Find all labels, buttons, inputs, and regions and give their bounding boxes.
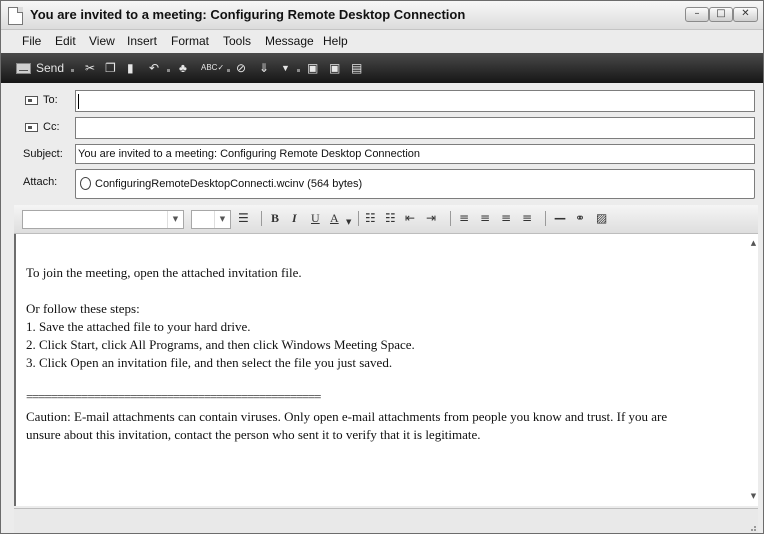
menu-edit[interactable]: Edit xyxy=(55,34,76,48)
bulleted-list-icon[interactable]: ☷ xyxy=(385,210,396,226)
priority-dropdown-icon[interactable]: ▼ xyxy=(281,60,290,76)
body-line: Caution: E-mail attachments can contain … xyxy=(26,409,668,424)
numbered-list-icon[interactable]: ☷ xyxy=(365,210,376,226)
toolbar-separator xyxy=(71,69,74,72)
toolbar-separator xyxy=(227,69,230,72)
font-select[interactable]: ▼ xyxy=(22,210,184,229)
toolbar: Send ✂ ❐ ▮ ↶ ♣ ABC✓ ⊘ ⇓ ▼ ▣ ▣ ▤ xyxy=(1,53,763,83)
format-separator xyxy=(358,211,359,226)
vertical-scrollbar[interactable]: ▲ ▼ xyxy=(749,234,758,506)
body-line: Or follow these steps: xyxy=(26,301,140,316)
copy-icon[interactable]: ❐ xyxy=(105,60,116,76)
horizontal-line-icon[interactable]: — xyxy=(554,210,566,226)
scroll-down-icon[interactable]: ▼ xyxy=(749,492,758,501)
hyperlink-icon[interactable]: ⚭ xyxy=(575,210,585,226)
priority-icon[interactable]: ⇓ xyxy=(259,60,269,76)
address-book-icon xyxy=(25,96,38,105)
font-color-button[interactable]: A xyxy=(330,210,339,226)
menu-bar: File Edit View Insert Format Tools Messa… xyxy=(1,31,763,51)
menu-insert[interactable]: Insert xyxy=(127,34,157,48)
scroll-up-icon[interactable]: ▲ xyxy=(749,239,758,248)
menu-message[interactable]: Message xyxy=(265,34,314,48)
work-offline-icon[interactable]: ▤ xyxy=(351,60,362,76)
cc-button[interactable]: Cc: xyxy=(21,118,73,138)
chevron-down-icon: ▼ xyxy=(214,211,230,228)
window-title: You are invited to a meeting: Configurin… xyxy=(30,7,466,22)
format-separator xyxy=(261,211,262,226)
font-size-select[interactable]: ▼ xyxy=(191,210,231,229)
toolbar-separator xyxy=(297,69,300,72)
menu-view[interactable]: View xyxy=(89,34,115,48)
document-icon xyxy=(8,7,23,25)
body-separator-line: ========================================… xyxy=(26,389,322,404)
title-bar: You are invited to a meeting: Configurin… xyxy=(1,1,763,30)
body-line: To join the meeting, open the attached i… xyxy=(26,265,302,280)
address-book-icon xyxy=(25,123,38,132)
toolbar-separator xyxy=(167,69,170,72)
format-separator xyxy=(450,211,451,226)
attach-icon[interactable]: ⊘ xyxy=(236,60,246,76)
menu-file[interactable]: File xyxy=(22,34,41,48)
to-button[interactable]: To: xyxy=(21,91,73,111)
sign-icon[interactable]: ▣ xyxy=(307,60,318,76)
align-left-icon[interactable]: ≡ xyxy=(459,210,469,226)
justify-icon[interactable]: ≡ xyxy=(522,210,532,226)
message-body[interactable]: To join the meeting, open the attached i… xyxy=(14,234,749,506)
check-names-icon[interactable]: ♣ xyxy=(179,60,187,76)
align-center-icon[interactable]: ≡ xyxy=(480,210,490,226)
close-button[interactable]: ✕ xyxy=(733,7,758,22)
body-line: 1. Save the attached file to your hard d… xyxy=(26,319,251,334)
resize-grip-icon[interactable] xyxy=(748,523,756,531)
align-right-icon[interactable]: ≡ xyxy=(501,210,511,226)
cc-field[interactable] xyxy=(75,117,755,139)
attach-label: Attach: xyxy=(23,176,58,188)
cut-icon[interactable]: ✂ xyxy=(85,60,95,76)
send-icon xyxy=(16,63,31,74)
to-field[interactable] xyxy=(75,90,755,112)
attachment-icon xyxy=(80,177,91,190)
cc-label: Cc: xyxy=(43,121,60,133)
body-line: 3. Click Open an invitation file, and th… xyxy=(26,355,393,370)
body-line: 2. Click Start, click All Programs, and … xyxy=(26,337,415,352)
spelling-icon[interactable]: ABC✓ xyxy=(201,60,224,76)
paste-icon[interactable]: ▮ xyxy=(127,60,134,76)
attach-field: ConfiguringRemoteDesktopConnecti.wcinv (… xyxy=(75,169,755,199)
subject-field[interactable]: You are invited to a meeting: Configurin… xyxy=(75,144,755,164)
format-separator xyxy=(545,211,546,226)
maximize-button[interactable]: □ xyxy=(709,7,733,22)
send-label: Send xyxy=(36,61,65,75)
menu-help[interactable]: Help xyxy=(323,34,348,48)
attachment-item[interactable]: ConfiguringRemoteDesktopConnecti.wcinv (… xyxy=(95,178,362,190)
subject-label: Subject: xyxy=(23,148,63,160)
increase-indent-icon[interactable]: ⇥ xyxy=(426,210,436,226)
format-bar: ▼ ▼ ☰ B I U A ▼ ☷ ☷ ⇤ ⇥ ≡ ≡ ≡ ≡ — ⚭ ▨ xyxy=(14,205,758,234)
decrease-indent-icon[interactable]: ⇤ xyxy=(405,210,415,226)
body-line: unsure about this invitation, contact th… xyxy=(26,427,481,442)
menu-format[interactable]: Format xyxy=(171,34,209,48)
to-label: To: xyxy=(43,94,58,106)
encrypt-icon[interactable]: ▣ xyxy=(329,60,340,76)
menu-tools[interactable]: Tools xyxy=(223,34,251,48)
chevron-down-icon: ▼ xyxy=(167,211,183,228)
undo-icon[interactable]: ↶ xyxy=(149,60,159,76)
bold-button[interactable]: B xyxy=(271,210,279,226)
compose-window: You are invited to a meeting: Configurin… xyxy=(0,0,764,534)
italic-button[interactable]: I xyxy=(292,210,297,226)
underline-button[interactable]: U xyxy=(311,210,320,226)
insert-picture-icon[interactable]: ▨ xyxy=(596,210,607,226)
font-color-dropdown-icon[interactable]: ▼ xyxy=(346,214,351,230)
minimize-button[interactable]: – xyxy=(685,7,709,22)
paragraph-style-icon[interactable]: ☰ xyxy=(238,210,249,226)
status-bar xyxy=(14,508,758,533)
